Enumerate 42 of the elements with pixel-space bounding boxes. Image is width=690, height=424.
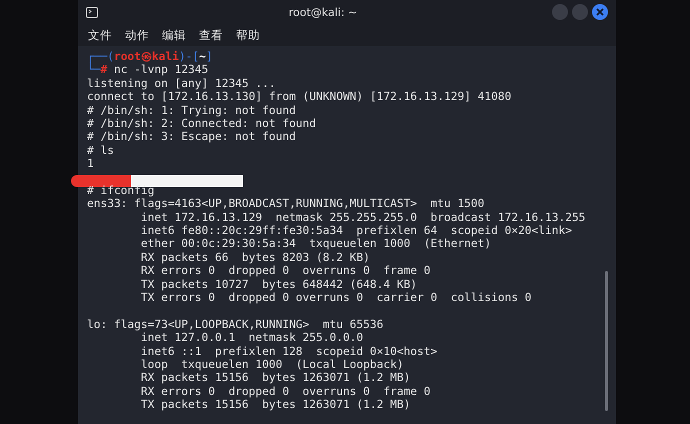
output-line: TX packets 10727 bytes 648442 (648.4 KB) [140,278,418,292]
output-line: 1 [87,157,94,171]
prompt-frame: └─ [87,63,100,77]
prompt-frame: ┌──( [87,50,114,64]
prompt-sign: # [100,63,108,77]
output-line: lo: flags=73<UP,LOOPBACK,RUNNING> mtu 65536 [87,318,384,332]
output-line: inet6 ::1 prefixlen 128 scopeid 0×10<host> [140,344,438,358]
output-line: inet6 fe80::20c:29ff:fe30:5a34 prefixlen 64 scopeid 0×20<link> [140,224,572,238]
window-title: root@kali: ~ [288,6,358,18]
menu-item[interactable]: 文件 [88,28,112,42]
output-line: TX errors 0 dropped 0 overruns 0 carrier 0 collisions 0 [140,291,532,304]
output-line: inet 172.16.13.129 netmask 255.255.255.0 broadcast 172.16.13.255 [140,210,586,224]
minimize-button[interactable] [552,4,568,20]
prompt-frame: )-[ [178,50,200,64]
output-line: ether 00:0c:29:30:5a:34 txqueuelen 1000 (Ethernet) [140,237,492,251]
output-line: # ifconfig [87,184,154,198]
close-icon [596,8,604,16]
prompt-directory: ~ [199,50,206,64]
output-line: # /bin/sh: 2: Connected: not found [87,116,316,130]
output-line: ens33: flags=4163<UP,BROADCAST,RUNNING,MULTICAST> mtu 1500 [87,197,484,211]
terminal-icon [86,6,98,18]
output-line: loop txqueuelen 1000 (Local Loopback) [140,358,404,372]
output-line: connect to [172.16.13.130] from (UNKNOWN) [172.16.13.129] 41080 [87,90,512,104]
output-line: RX errors 0 dropped 0 overruns 0 frame 0 [140,384,431,398]
output-line: listening on [any] 12345 ... [87,76,276,90]
output-line: inet 127.0.0.1 netmask 255.0.0.0 [140,331,364,345]
prompt-frame: ] [206,50,213,64]
close-button[interactable] [592,4,608,20]
menu-item[interactable]: 查看 [199,28,223,42]
output-line: TX packets 15156 bytes 1263071 (1.2 MB) [140,398,410,412]
menu-item[interactable]: 帮助 [236,28,260,42]
output-line: RX errors 0 dropped 0 overruns 0 frame 0 [140,264,431,278]
menu-item[interactable]: 动作 [125,28,149,42]
command-text: nc -lvnp 12345 [112,63,208,77]
output-line: # /bin/sh: 1: Trying: not found [87,104,296,117]
output-line: RX packets 15156 bytes 1263071 (1.2 MB) [140,371,410,385]
output-line: # /bin/sh: 3: Escape: not found [87,130,296,144]
scrollbar-thumb[interactable] [605,271,608,411]
output-line: RX packets 66 bytes 8203 (8.2 KB) [140,250,370,264]
output-line: # ls [87,144,114,158]
menu-item[interactable]: 编辑 [162,28,186,42]
prompt-user: root㉿kali [114,50,179,64]
